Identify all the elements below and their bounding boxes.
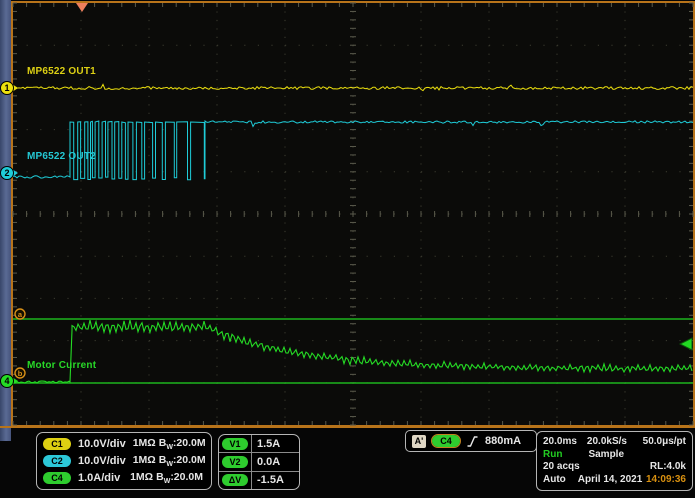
sample-rate: 20.0kS/s [587,436,627,448]
trigger-mode-badge[interactable]: A' [412,435,426,448]
sample-resolution: 50.0μs/pt [643,436,686,448]
trace-label-ch2: MP6522 OUT2 [27,151,96,162]
svg-text:4: 4 [4,376,9,386]
cursor-badge-v1[interactable]: V1 [222,438,248,450]
channel-badge-c2[interactable]: C2 [43,455,71,467]
trigger-readout-panel[interactable]: A' C4 880mA [405,430,537,452]
channel-scale-c4: 1.0A/div [78,472,123,484]
cursor-badge-v2[interactable]: V2 [222,456,248,468]
trigger-level-value: 880mA [485,435,521,447]
svg-text:1: 1 [4,83,9,93]
channel-bandwidth-c2: BW:20.0M [159,454,206,468]
time-label: 14:09:36 [646,474,686,486]
channel-coupling-c4: 1MΩ BW:20.0M [130,471,205,485]
channel-impedance-c4: 1MΩ [130,471,153,485]
channel-row-c4: C4 1.0A/div 1MΩ BW:20.0M [43,470,205,486]
timebase-row-state: Run Sample [543,449,686,461]
channel-readout-panel: C1 10.0V/div 1MΩ BW:20.0M C2 10.0V/div 1… [36,432,212,490]
cursor-row-v1: V1 1.5A [219,435,299,453]
trace-label-ch4: Motor Current [27,360,96,371]
timebase-readout-panel[interactable]: 20.0ms 20.0kS/s 50.0μs/pt Run Sample 20 … [536,431,693,491]
trigger-source-badge[interactable]: C4 [432,435,460,447]
acquisition-mode: Sample [588,449,624,461]
channel-coupling-c2: 1MΩ BW:20.0M [133,454,208,468]
plot-bottom-border [0,426,695,428]
trace-label-ch1: MP6522 OUT1 [27,66,96,77]
timebase-row-scale: 20.0ms 20.0kS/s 50.0μs/pt [543,436,686,448]
acquisition-count: 20 acqs [543,461,580,473]
cursor-value-v1: 1.5A [251,435,299,452]
channel-badge-c1[interactable]: C1 [43,438,71,450]
cursor-value-v2: 0.0A [251,453,299,470]
svg-text:2: 2 [4,168,9,178]
acquisition-state: Run [543,449,562,461]
channel-bandwidth-c1: BW:20.0M [159,437,206,451]
timebase-scale: 20.0ms [543,436,577,448]
cursor-row-dv: ΔV -1.5A [219,472,299,489]
channel-coupling-c1: 1MΩ BW:20.0M [133,437,208,451]
svg-text:b: b [18,369,23,378]
channel-scale-c1: 10.0V/div [78,438,126,450]
rising-edge-icon [466,435,479,448]
cursor-readout-panel: V1 1.5A V2 0.0A ΔV -1.5A [218,434,300,490]
waveform-display: 124ab [0,0,695,498]
timebase-row-acqs: 20 acqs RL:4.0k [543,461,686,473]
timebase-row-date: Auto April 14, 2021 14:09:36 [543,474,686,486]
channel-scale-c2: 10.0V/div [78,455,126,467]
trigger-mode-label: Auto [543,474,566,486]
channel-row-c1: C1 10.0V/div 1MΩ BW:20.0M [43,436,205,452]
cursor-row-v2: V2 0.0A [219,453,299,471]
channel-impedance-c2: 1MΩ [133,454,156,468]
cursor-badge-dv[interactable]: ΔV [222,474,248,486]
channel-bandwidth-c4: BW:20.0M [156,471,203,485]
channel-impedance-c1: 1MΩ [133,437,156,451]
channel-row-c2: C2 10.0V/div 1MΩ BW:20.0M [43,453,205,469]
date-label: April 14, 2021 [578,474,642,486]
channel-badge-c4[interactable]: C4 [43,472,71,484]
record-length: RL:4.0k [650,461,686,473]
cursor-value-dv: -1.5A [251,472,299,489]
